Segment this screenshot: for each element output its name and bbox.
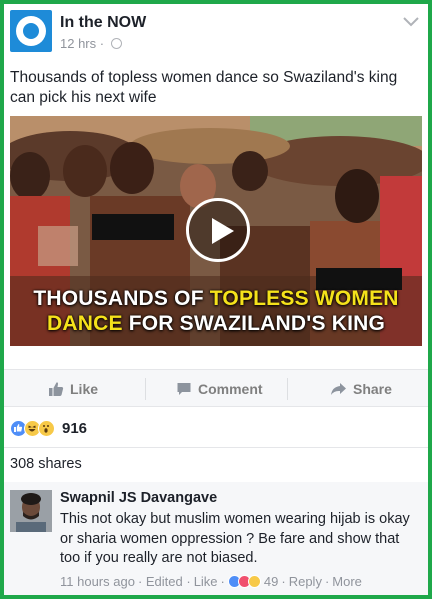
post-text: Thousands of topless women dance so Swaz…: [10, 69, 398, 106]
more-link[interactable]: More: [332, 574, 362, 589]
play-button[interactable]: [186, 198, 250, 262]
post-header: In the NOW 12 hrs ·: [4, 4, 428, 60]
comment-reactions[interactable]: [227, 574, 261, 589]
reactions-summary[interactable]: 916: [10, 416, 87, 440]
chevron-down-icon[interactable]: [402, 16, 420, 28]
play-icon: [212, 218, 234, 244]
comment-reaction-count: 49: [263, 574, 279, 589]
censor-bar: [92, 214, 174, 240]
caption-highlight: TOPLESS WOMEN: [209, 287, 399, 310]
comment-separator: ·: [324, 574, 330, 589]
thumbs-up-icon: [49, 382, 64, 396]
blur-patch: [38, 226, 78, 266]
share-count[interactable]: 308 shares: [10, 456, 82, 472]
share-label: Share: [353, 381, 392, 397]
comment-button[interactable]: Comment: [176, 370, 263, 408]
comment-text: This not okay but muslim women wearing h…: [60, 511, 410, 566]
post-time[interactable]: 12 hrs: [60, 36, 96, 51]
caption-text: FOR SWAZILAND'S KING: [122, 312, 386, 335]
meta-separator: ·: [99, 36, 105, 51]
share-icon: [331, 383, 346, 395]
caption-text: THOUSANDS OF: [33, 287, 210, 310]
divider: [4, 447, 428, 448]
comment-meta: 11 hours ago · Edited · Like · 49 · Repl…: [60, 574, 365, 589]
post-card: In the NOW 12 hrs · Thousands of topless…: [4, 4, 428, 595]
wow-icon: [38, 419, 55, 437]
comment-like-link[interactable]: Like: [194, 574, 218, 589]
video-caption: THOUSANDS OF TOPLESS WOMEN DANCE FOR SWA…: [10, 286, 422, 336]
comment-icon: [177, 383, 191, 395]
video-player[interactable]: THOUSANDS OF TOPLESS WOMEN DANCE FOR SWA…: [10, 116, 422, 346]
comment-label: Comment: [198, 381, 263, 397]
comment-separator: ·: [220, 574, 225, 589]
comment-time[interactable]: 11 hours ago: [60, 574, 135, 589]
like-label: Like: [70, 381, 99, 397]
page-avatar[interactable]: [10, 10, 52, 52]
post-meta: 12 hrs ·: [60, 36, 122, 51]
reaction-count: 916: [62, 419, 88, 437]
commenter-avatar[interactable]: [10, 490, 52, 532]
caption-highlight: DANCE: [46, 312, 123, 335]
page-name[interactable]: In the NOW: [60, 14, 146, 32]
comment-edited[interactable]: · Edited ·: [138, 574, 191, 589]
comment-separator: ·: [281, 574, 286, 589]
haha-icon: [247, 575, 261, 588]
like-button[interactable]: Like: [48, 370, 98, 408]
comment: Swapnil JS Davangave This not okay but m…: [4, 482, 428, 595]
reply-link[interactable]: Reply: [289, 574, 322, 589]
post-actions: Like Comment Share: [4, 369, 428, 407]
share-button[interactable]: Share: [330, 370, 392, 408]
globe-icon: [110, 38, 122, 49]
commenter-name[interactable]: Swapnil JS Davangave: [60, 490, 217, 506]
